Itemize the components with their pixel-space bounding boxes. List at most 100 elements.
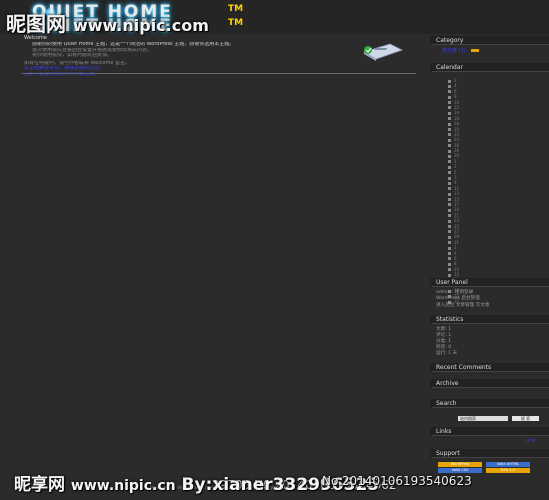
calendar-day: 15 (454, 196, 460, 202)
category-item[interactable]: 未分类 (1) (442, 47, 480, 54)
calendar-day: 8 (454, 94, 457, 100)
calendar-bullet-icon (448, 144, 451, 148)
calendar-day: 29 (454, 234, 460, 240)
calendar-day: 7 (454, 175, 457, 181)
id-card-icon (363, 43, 404, 61)
calendar-bullet-icon (448, 149, 451, 153)
paragraph-line: 祝你使用愉快，如有问题欢迎反馈。 (32, 53, 113, 59)
watermark-top: 昵图网 www.nipic.com (6, 8, 209, 37)
calendar-bullet-icon (448, 273, 451, 277)
calendar-bullet-icon (448, 181, 451, 185)
user-admin-links[interactable]: 进入后台 文章管理 写文章 (436, 302, 489, 308)
search-input[interactable]: 站内搜索 (458, 416, 508, 421)
calendar-day: 26 (454, 142, 460, 148)
calendar-bullet-icon (448, 111, 451, 115)
calendar-bullet-icon (448, 95, 451, 99)
sidebar: Category 未分类 (1) Calendar 2 4 6 8 10 12 14 16 18… (430, 34, 549, 500)
calendar-day: 6 (454, 255, 457, 261)
calendar-bullet-icon (448, 235, 451, 239)
calendar-bullet-icon (448, 208, 451, 212)
calendar-day: 1 (454, 158, 457, 164)
calendar-bullet-icon (448, 171, 451, 175)
calendar-day: 6 (454, 88, 457, 94)
archive-title: Archive (430, 379, 549, 388)
links-title: Links (430, 427, 549, 436)
support-badge-rss[interactable]: RSS 2.0 (486, 468, 530, 473)
calendar-day: 19 (454, 207, 460, 213)
support-badge-wordpress[interactable]: WordPress (438, 462, 482, 467)
calendar-day: 22 (454, 131, 460, 137)
calendar-title: Calendar (430, 63, 549, 72)
watermark-id: No.20140106193540623 (322, 474, 472, 488)
calendar-day: 24 (454, 137, 460, 143)
calendar-bullet-icon (448, 268, 451, 272)
link-item[interactable]: Link (525, 438, 535, 444)
calendar-day: 14 (454, 110, 460, 116)
calendar-day: 8 (454, 261, 457, 267)
calendar-bullet-icon (448, 101, 451, 105)
calendar-day: 21 (454, 212, 460, 218)
support-badge-xhtml[interactable]: Valid XHTML (486, 462, 530, 467)
calendar-bullet-icon (448, 154, 451, 158)
calendar-bullet-icon (448, 198, 451, 202)
calendar-day: 16 (454, 115, 460, 121)
calendar-bullet-icon (448, 230, 451, 234)
calendar-bullet-icon (448, 241, 451, 245)
calendar-day: 10 (454, 266, 460, 272)
calendar-bullet-icon (448, 176, 451, 180)
calendar-day: 31 (454, 239, 460, 245)
calendar-bullet-icon (448, 214, 451, 218)
calendar-day: 17 (454, 201, 460, 207)
calendar-bullet-icon (448, 79, 451, 83)
calendar-day: 2 (454, 78, 457, 83)
calendar-bullet-icon (448, 246, 451, 250)
watermark-url: www.nipic.cn (70, 478, 176, 494)
search-button[interactable]: 搜 索 (512, 416, 539, 421)
watermark-brand: 昵享网 (14, 475, 65, 495)
calendar-day: 4 (454, 83, 457, 89)
user-info-line: WordPress 后台管理 (436, 296, 480, 301)
stat-line: 运行: 1 天 (436, 351, 458, 356)
calendar-day: 12 (454, 272, 460, 278)
recent-comments-title: Recent Comments (430, 363, 549, 372)
calendar-bullet-icon (448, 117, 451, 121)
main-content: Welcome 感谢你的使用 Quiet Home 主题，这是一个简洁的 Wor… (18, 34, 418, 454)
calendar-bullet-icon (448, 165, 451, 169)
calendar-day: 27 (454, 228, 460, 234)
calendar-bullet-icon (448, 192, 451, 196)
calendar-list: 2 4 6 8 10 12 14 16 18 20 22 24 26 28 30 1 3 5 7 9 11 13 15 17 1… (448, 78, 498, 304)
calendar-bullet-icon (448, 203, 451, 207)
logo-tm: TM (228, 4, 244, 14)
calendar-day: 9 (454, 180, 457, 186)
calendar-bullet-icon (448, 160, 451, 164)
calendar-bullet-icon (448, 128, 451, 132)
calendar-bullet-icon (448, 219, 451, 223)
calendar-day: 30 (454, 153, 460, 159)
calendar-bullet-icon (448, 138, 451, 142)
calendar-bullet-icon (448, 187, 451, 191)
calendar-bullet-icon (448, 90, 451, 94)
support-title: Support (430, 449, 549, 458)
calendar-day: 28 (454, 148, 460, 154)
welcome-paragraph: 感谢你的使用 Quiet Home 主题，这是一个简洁的 WordPress 主… (32, 42, 358, 59)
calendar-bullet-icon (448, 84, 451, 88)
category-link[interactable]: 未分类 (1) (442, 48, 466, 54)
calendar-day: 23 (454, 218, 460, 224)
support-badge-css[interactable]: Valid CSS (438, 468, 482, 473)
calendar-bullet-icon (448, 225, 451, 229)
watermark-brand: 昵图网 (6, 12, 66, 36)
calendar-bullet-icon (448, 133, 451, 137)
calendar-day: 4 (454, 250, 457, 256)
logo-tm-reflection: TM (228, 18, 244, 28)
calendar-day: 18 (454, 121, 460, 127)
calendar-day: 12 (454, 104, 460, 110)
calendar-day: 20 (454, 126, 460, 132)
category-count-badge (471, 49, 480, 52)
calendar-day: 3 (454, 164, 457, 170)
category-title: Category (430, 36, 549, 45)
calendar-day: 10 (454, 99, 460, 105)
content-divider (22, 73, 416, 74)
calendar-bullet-icon (448, 257, 451, 261)
calendar-day: 2 (454, 245, 457, 251)
calendar-bullet-icon (448, 252, 451, 255)
